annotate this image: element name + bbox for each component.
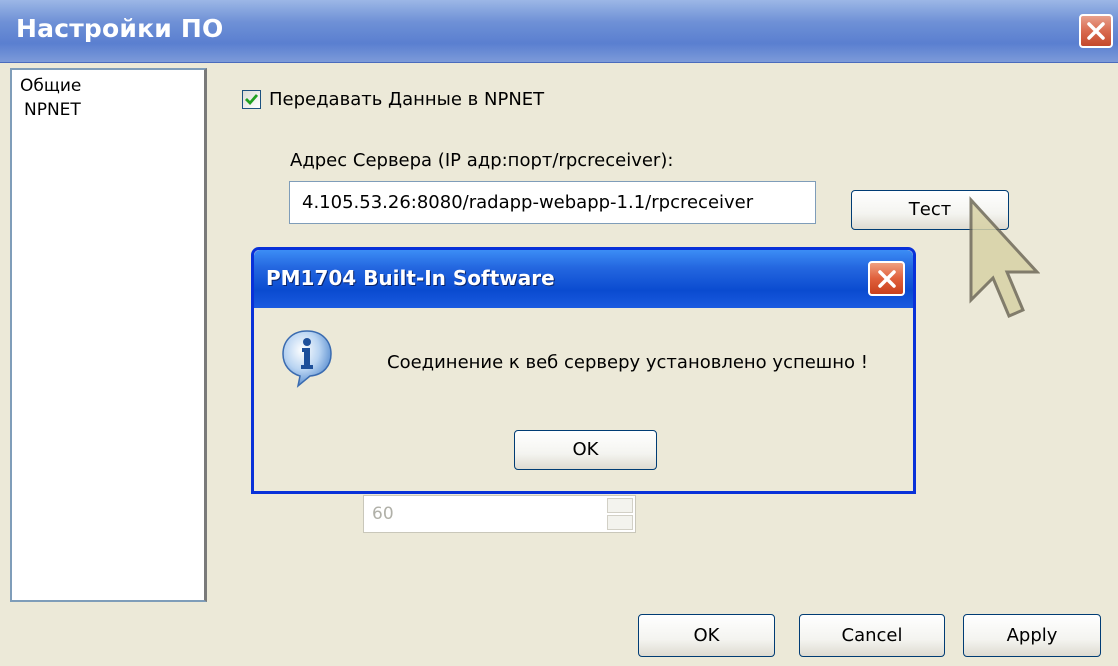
interval-value: 60 <box>372 504 394 524</box>
settings-window: Настройки ПО Общие NPNET Передавать Данн… <box>0 0 1118 666</box>
interval-spinbox[interactable]: 60 <box>363 495 636 533</box>
close-icon <box>878 270 896 288</box>
message-dialog: PM1704 Built-In Software Соединение к ве… <box>251 247 916 494</box>
close-icon <box>1087 22 1105 40</box>
cancel-button[interactable]: Cancel <box>799 614 945 657</box>
server-address-label: Адрес Сервера (IP адр:порт/rpcreceiver): <box>290 150 674 171</box>
close-button[interactable] <box>1079 14 1113 48</box>
mouse-cursor-icon <box>969 196 1040 318</box>
spin-up-button[interactable] <box>607 498 633 513</box>
spin-down-button[interactable] <box>607 515 633 530</box>
send-data-checkbox[interactable] <box>242 90 261 109</box>
server-address-input[interactable]: 4.105.53.26:8080/radapp-webapp-1.1/rpcre… <box>289 181 816 224</box>
checkmark-icon <box>245 94 259 106</box>
dialog-title: PM1704 Built-In Software <box>266 266 555 290</box>
dialog-title-bar[interactable]: PM1704 Built-In Software <box>254 250 913 308</box>
ok-button[interactable]: OK <box>638 614 775 657</box>
window-title: Настройки ПО <box>16 14 224 43</box>
nav-item-npnet[interactable]: NPNET <box>24 100 81 120</box>
info-icon <box>282 330 332 388</box>
dialog-ok-button[interactable]: OK <box>514 430 657 470</box>
nav-list: Общие NPNET <box>10 68 207 602</box>
dialog-close-button[interactable] <box>868 261 905 296</box>
dialog-message: Соединение к веб серверу установлено усп… <box>387 352 868 373</box>
send-data-label: Передавать Данные в NPNET <box>269 89 545 110</box>
apply-button[interactable]: Apply <box>963 614 1101 657</box>
title-bar[interactable]: Настройки ПО <box>0 0 1118 63</box>
spinner-buttons[interactable] <box>607 498 633 530</box>
nav-item-general[interactable]: Общие <box>20 76 81 96</box>
